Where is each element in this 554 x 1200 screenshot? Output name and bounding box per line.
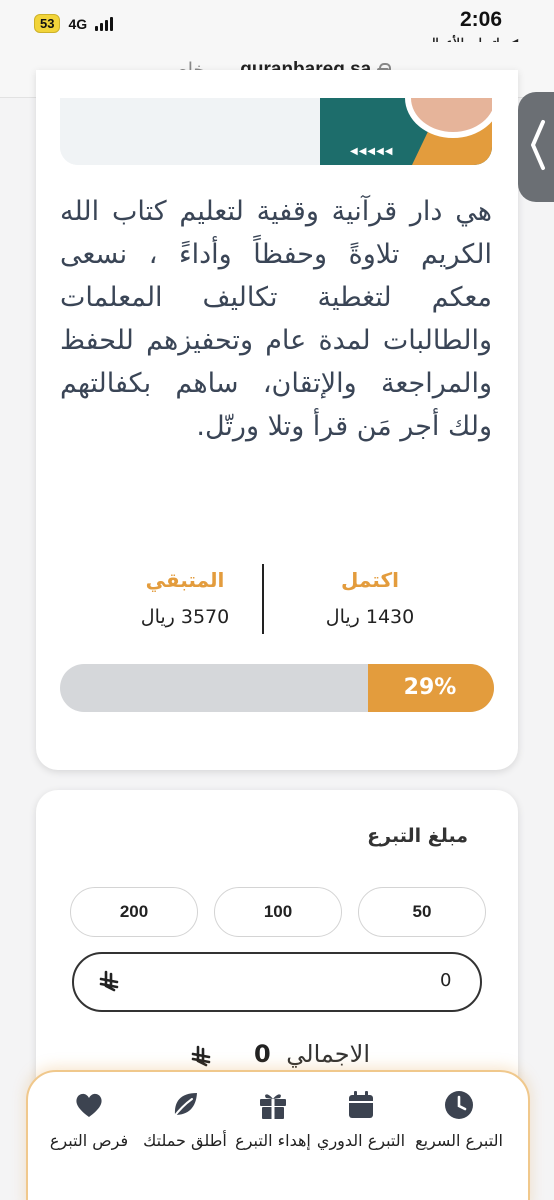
- nav-label: إهداء التبرع: [235, 1131, 311, 1150]
- signal-icon: [95, 16, 114, 31]
- amount-preset-button[interactable]: 100: [214, 887, 342, 937]
- campaign-banner: [60, 98, 492, 165]
- network-type: 4G: [68, 15, 88, 32]
- nav-donation-opportunities[interactable]: فرص التبرع: [44, 1090, 134, 1152]
- total-riyal-icon: [191, 1045, 211, 1067]
- progress-percent: 29%: [403, 675, 457, 700]
- nav-label: أطلق حملتك: [143, 1131, 227, 1150]
- remaining-value: 3570 ريال: [140, 606, 230, 628]
- battery-indicator: 53: [34, 14, 61, 33]
- gift-icon: [260, 1094, 286, 1119]
- leaf-icon: [172, 1093, 197, 1119]
- nav-gift-donation[interactable]: إهداء التبرع: [228, 1090, 318, 1152]
- remaining-label: المتبقي: [145, 568, 225, 592]
- clock: 2:06: [459, 8, 502, 31]
- nav-label: فرص التبرع: [49, 1131, 129, 1150]
- calendar-icon: [349, 1091, 373, 1118]
- nav-quick-donation[interactable]: التبرع السريع: [414, 1090, 504, 1152]
- completed-value: 1430 ريال: [325, 606, 415, 628]
- chevron-left-icon: [531, 120, 545, 170]
- amount-input[interactable]: [72, 952, 482, 1012]
- carousel-arrows-icon: ◀◀◀◀◀: [350, 146, 394, 157]
- status-bar: 53 4G 2:06 ◀ واتساب للأعمال: [0, 0, 554, 50]
- nav-label: التبرع السريع: [415, 1131, 503, 1150]
- total-value: 0: [253, 1040, 271, 1068]
- status-indicators: 53 4G: [34, 14, 114, 33]
- stats-divider: [262, 564, 264, 634]
- amount-input-value: 0: [440, 970, 452, 991]
- campaign-description: هي دار قرآنية وقفية لتعليم كتاب الله الك…: [60, 196, 492, 442]
- clock-icon: [445, 1091, 473, 1119]
- total-label: الاجمالي: [286, 1040, 370, 1068]
- amount-preset-button[interactable]: 200: [70, 887, 198, 937]
- completed-label: اكتمل: [341, 568, 399, 592]
- amount-preset-button[interactable]: 50: [358, 887, 486, 937]
- amount-label: مبلغ التبرع: [367, 825, 468, 847]
- riyal-icon: [99, 970, 119, 992]
- nav-recurring-donation[interactable]: التبرع الدوري: [316, 1090, 406, 1152]
- nav-start-campaign[interactable]: أطلق حملتك: [140, 1090, 230, 1152]
- heart-icon: [76, 1093, 102, 1117]
- nav-label: التبرع الدوري: [316, 1131, 406, 1150]
